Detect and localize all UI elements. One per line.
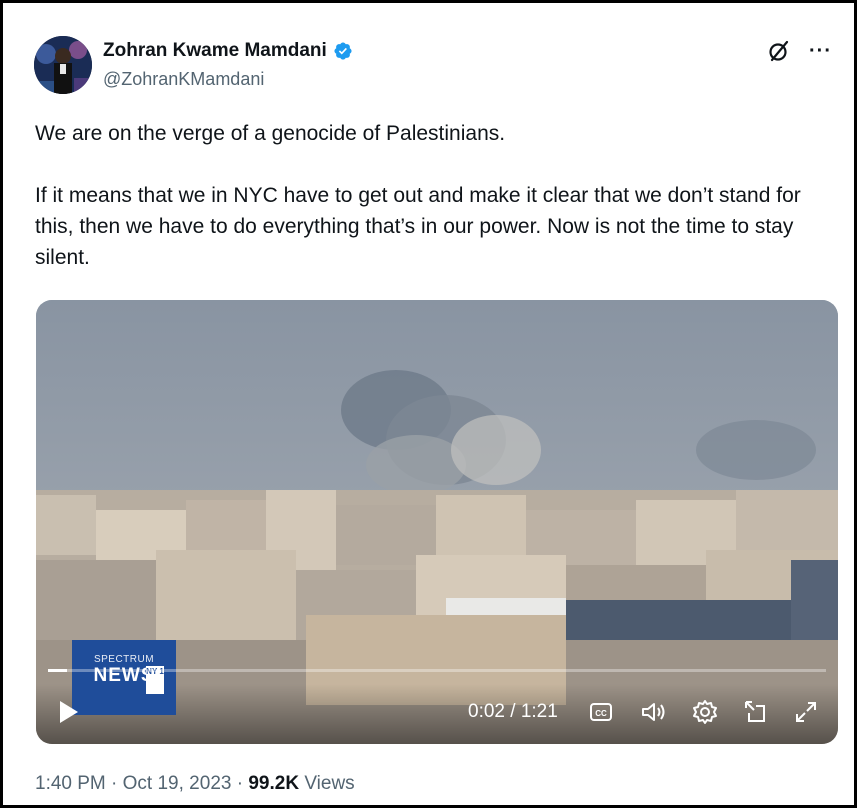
play-icon[interactable] xyxy=(56,699,80,725)
video-controls: 0:02 / 1:21 CC xyxy=(36,684,838,744)
tweet-text: We are on the verge of a genocide of Pal… xyxy=(35,118,840,273)
fullscreen-icon[interactable] xyxy=(793,699,819,725)
avatar[interactable] xyxy=(34,36,92,94)
separator: · xyxy=(111,773,123,794)
video-time: 0:02 / 1:21 xyxy=(468,701,558,722)
volume-icon[interactable] xyxy=(640,699,666,725)
pop-out-icon[interactable] xyxy=(742,699,768,725)
video-progress-fill xyxy=(48,669,68,672)
verified-badge-icon xyxy=(334,42,352,60)
more-icon[interactable]: ··· xyxy=(809,41,832,61)
tweet-paragraph: If it means that we in NYC have to get o… xyxy=(35,184,801,269)
tweet-time[interactable]: 1:40 PM xyxy=(35,773,106,794)
tweet-card: Zohran Kwame Mamdani @ZohranKMamdani ···… xyxy=(0,0,857,808)
grok-icon[interactable] xyxy=(767,39,791,63)
tweet-date[interactable]: Oct 19, 2023 xyxy=(123,773,232,794)
logo-top-text: SPECTRUM xyxy=(93,654,155,665)
author-name-row[interactable]: Zohran Kwame Mamdani xyxy=(103,40,353,62)
settings-icon[interactable] xyxy=(692,699,718,725)
separator: · xyxy=(236,773,249,794)
video-player[interactable]: SPECTRUM NEWS NY 1 0:02 / 1:21 CC xyxy=(36,300,838,744)
tweet-header-actions: ··· xyxy=(767,39,832,63)
tweet-meta: 1:40 PM · Oct 19, 2023 · 99.2K Views xyxy=(35,773,355,795)
video-progress-bar[interactable] xyxy=(48,669,826,672)
captions-icon[interactable]: CC xyxy=(588,699,614,725)
views-count: 99.2K xyxy=(248,773,300,794)
author-name[interactable]: Zohran Kwame Mamdani xyxy=(103,40,327,62)
svg-text:CC: CC xyxy=(595,709,607,718)
author-handle[interactable]: @ZohranKMamdani xyxy=(103,69,264,90)
tweet-paragraph: We are on the verge of a genocide of Pal… xyxy=(35,122,506,145)
views-label: Views xyxy=(304,773,355,794)
